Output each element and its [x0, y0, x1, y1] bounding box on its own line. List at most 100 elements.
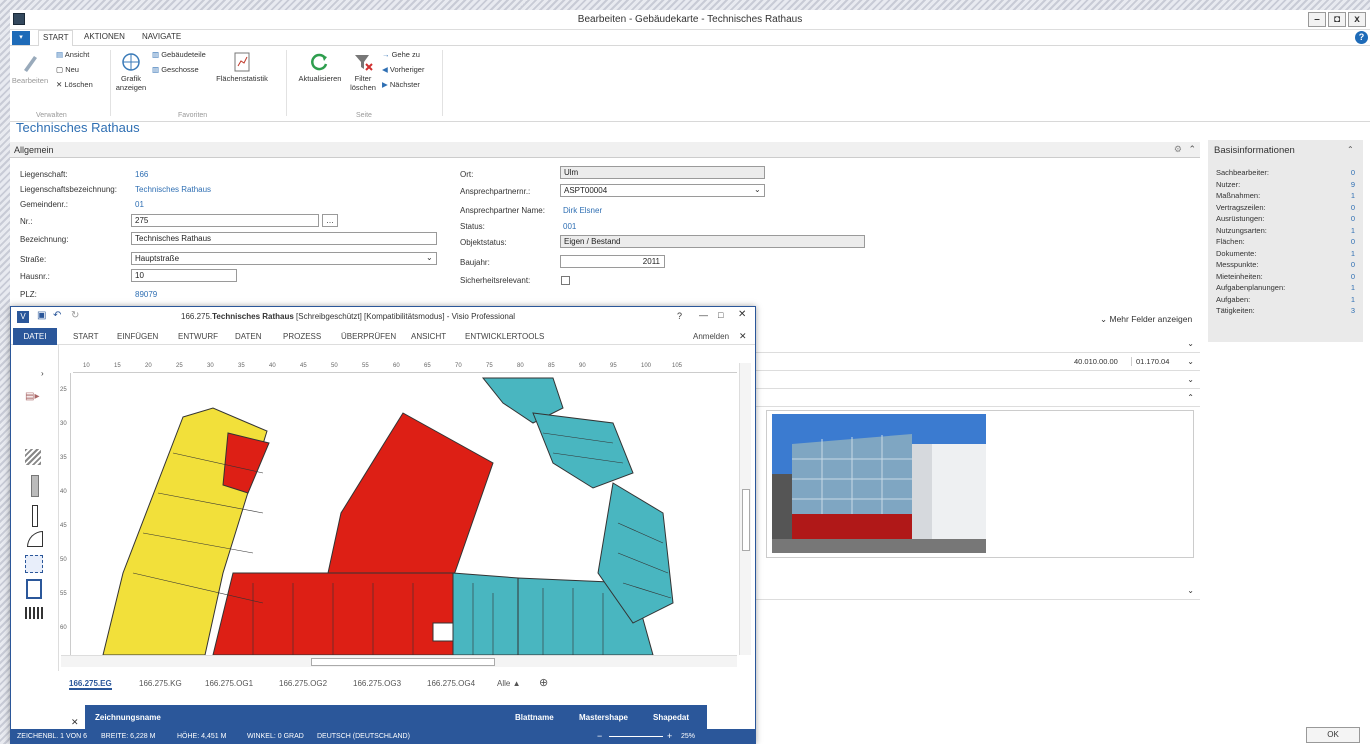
visio-tab-prozess[interactable]: PROZESS [283, 332, 321, 341]
ok-button[interactable]: OK [1306, 727, 1360, 743]
col-shapedat[interactable]: Shapedat [653, 713, 689, 722]
baujahr-input[interactable]: 2011 [560, 255, 665, 268]
visio-close-button[interactable]: ✕ [738, 309, 746, 320]
close-button[interactable]: x [1348, 12, 1366, 27]
hatch-shape-icon[interactable] [25, 449, 41, 465]
section-row[interactable]: ⌄ [756, 371, 1200, 389]
basis-item-value[interactable]: 3 [1351, 306, 1355, 315]
visio-maximize-button[interactable]: □ [718, 310, 723, 320]
zoom-out-button[interactable]: − [597, 731, 602, 741]
nr-input[interactable]: 275 [131, 214, 319, 227]
basis-item-value[interactable]: 9 [1351, 180, 1355, 189]
basis-item-value[interactable]: 0 [1351, 168, 1355, 177]
scroll-thumb[interactable] [742, 489, 750, 551]
page-tab-og4[interactable]: 166.275.OG4 [427, 679, 475, 688]
chevron-down-icon[interactable]: ⌄ [1187, 375, 1194, 384]
liegenschaft-value[interactable]: 166 [135, 170, 148, 179]
visio-tab-ueberpruefen[interactable]: ÜBERPRÜFEN [341, 332, 396, 341]
status-value[interactable]: 001 [563, 222, 576, 231]
column-shape-icon[interactable] [32, 505, 38, 527]
gebaeudeteile-button[interactable]: ▥ Gebäudeteile [152, 50, 206, 59]
close-icon[interactable]: ✕ [739, 331, 747, 342]
chevron-down-icon[interactable]: ⌄ [426, 253, 433, 262]
sicherheit-checkbox[interactable] [561, 276, 570, 285]
vertical-scrollbar[interactable] [739, 363, 751, 655]
basis-item-value[interactable]: 0 [1351, 237, 1355, 246]
objektstatus-input[interactable]: Eigen / Bestand [560, 235, 865, 248]
shapes-icon[interactable]: ▤▸ [25, 391, 39, 402]
grafik-anzeigen-button[interactable]: Grafik anzeigen [114, 52, 148, 92]
visio-tab-datei[interactable]: DATEI [13, 328, 57, 345]
visio-tab-entwurf[interactable]: ENTWURF [178, 332, 218, 341]
basis-item-value[interactable]: 0 [1351, 214, 1355, 223]
flaechenstatistik-button[interactable]: Flächenstatistik [210, 52, 274, 83]
liegenschaftsbez-value[interactable]: Technisches Rathaus [135, 185, 211, 194]
page-tab-alle[interactable]: Alle ▲ [497, 679, 520, 688]
col-zeichnungsname[interactable]: Zeichnungsname [95, 713, 161, 722]
add-page-icon[interactable]: ⊕ [539, 676, 548, 689]
section-row[interactable]: 40.010.00.00 01.170.04 ⌄ [756, 353, 1200, 371]
basis-item-value[interactable]: 0 [1351, 272, 1355, 281]
page-tab-og1[interactable]: 166.275.OG1 [205, 679, 253, 688]
aktualisieren-button[interactable]: Aktualisieren [292, 52, 348, 83]
page-tab-og3[interactable]: 166.275.OG3 [353, 679, 401, 688]
visio-tab-start[interactable]: START [73, 332, 98, 341]
maximize-button[interactable]: ◘ [1328, 12, 1346, 27]
ort-input[interactable]: Ulm [560, 166, 765, 179]
visio-help-button[interactable]: ? [677, 311, 682, 321]
plz-value[interactable]: 89079 [135, 290, 157, 299]
rect-shape-icon[interactable] [26, 579, 42, 599]
expand-icon[interactable]: › [41, 369, 44, 378]
visio-tab-entwicklertools[interactable]: ENTWICKLERTOOLS [465, 332, 544, 341]
vorheriger-button[interactable]: ◀ Vorheriger [382, 65, 424, 74]
page-tab-og2[interactable]: 166.275.OG2 [279, 679, 327, 688]
hscroll-thumb[interactable] [311, 658, 495, 666]
visio-tab-ansicht[interactable]: ANSICHT [411, 332, 446, 341]
chevron-down-icon[interactable]: ⌄ [754, 185, 761, 194]
basis-item-value[interactable]: 1 [1351, 226, 1355, 235]
visio-tab-einfuegen[interactable]: EINFÜGEN [117, 332, 158, 341]
loeschen-button[interactable]: ✕ Löschen [56, 80, 93, 89]
chevron-down-icon[interactable]: ⌄ [1187, 357, 1194, 366]
ansprechnr-select[interactable]: ASPT00004 [560, 184, 765, 197]
settings-icon[interactable]: ⚙ [1174, 144, 1182, 155]
bezeichnung-input[interactable]: Technisches Rathaus [131, 232, 437, 245]
chevron-up-icon[interactable]: ⌃ [1188, 144, 1196, 155]
chevron-up-icon[interactable]: ⌃ [1347, 145, 1357, 155]
room-shape-icon[interactable] [25, 555, 43, 573]
help-icon[interactable]: ? [1355, 31, 1368, 44]
naechster-button[interactable]: ▶ Nächster [382, 80, 420, 89]
section-allgemein[interactable]: Allgemein ⚙ ⌃ [10, 142, 1200, 158]
undo-icon[interactable]: ↶ [53, 310, 61, 321]
ansicht-button[interactable]: ▤ Ansicht [56, 50, 89, 59]
tab-aktionen[interactable]: AKTIONEN [84, 32, 125, 41]
filter-loeschen-button[interactable]: Filter löschen [348, 52, 378, 92]
save-icon[interactable]: ▣ [37, 310, 46, 321]
chevron-down-icon[interactable]: ⌄ [1187, 339, 1194, 348]
mehr-felder-button[interactable]: ⌄ Mehr Felder anzeigen [1100, 314, 1192, 325]
geschosse-button[interactable]: ▥ Geschosse [152, 65, 199, 74]
zoom-in-button[interactable]: + [667, 731, 672, 741]
col-blattname[interactable]: Blattname [515, 713, 554, 722]
basis-item-value[interactable]: 0 [1351, 260, 1355, 269]
gemeindenr-value[interactable]: 01 [135, 200, 144, 209]
close-icon[interactable]: ✕ [71, 717, 79, 728]
hausnr-input[interactable]: 10 [131, 269, 237, 282]
horizontal-scrollbar[interactable] [61, 655, 737, 667]
chevron-down-icon[interactable]: ⌄ [1187, 586, 1194, 595]
basis-item-value[interactable]: 1 [1351, 295, 1355, 304]
file-menu-button[interactable]: ▾ [12, 31, 30, 45]
anmelden-link[interactable]: Anmelden [693, 332, 729, 341]
basis-item-value[interactable]: 1 [1351, 249, 1355, 258]
section-row[interactable]: ⌄ [756, 335, 1200, 353]
page-tab-eg[interactable]: 166.275.EG [69, 679, 112, 690]
zoom-level[interactable]: 25% [681, 733, 695, 740]
neu-button[interactable]: ▢ Neu [56, 65, 79, 74]
bearbeiten-button[interactable]: Bearbeiten [10, 52, 50, 85]
stairs-shape-icon[interactable] [25, 607, 43, 619]
wall-shape-icon[interactable] [31, 475, 39, 497]
tab-start[interactable]: START [38, 30, 74, 46]
basis-item-value[interactable]: 1 [1351, 283, 1355, 292]
chevron-up-icon[interactable]: ⌃ [1187, 393, 1194, 402]
status-page[interactable]: ZEICHENBL. 1 VON 6 [17, 733, 87, 740]
